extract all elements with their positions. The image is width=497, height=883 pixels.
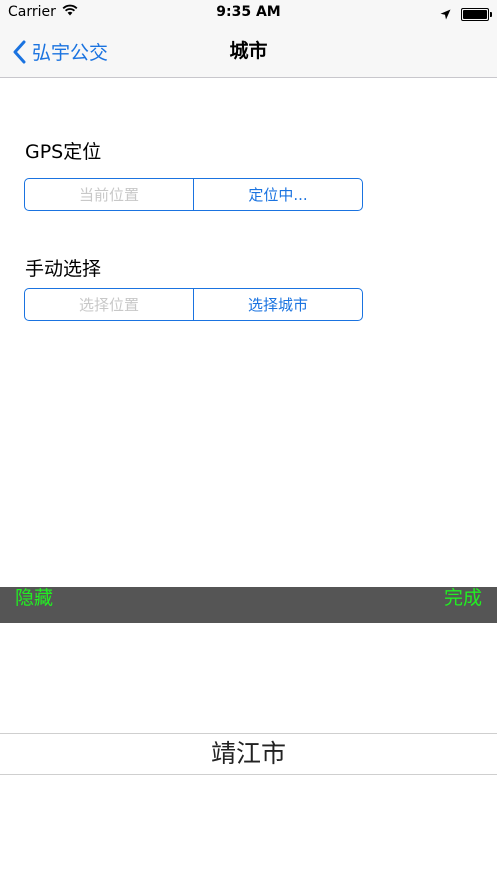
location-arrow-icon — [440, 5, 451, 24]
gps-segmented-control: 当前位置 定位中... — [24, 178, 363, 211]
back-button[interactable]: 弘宇公交 — [12, 26, 108, 77]
hide-button[interactable]: 隐藏 — [15, 587, 53, 609]
select-city-segment[interactable]: 选择城市 — [193, 289, 362, 320]
current-location-segment: 当前位置 — [78, 186, 139, 204]
back-button-label: 弘宇公交 — [32, 42, 109, 64]
select-location-segment: 选择位置 — [78, 296, 139, 314]
gps-section-title: GPS定位 — [25, 141, 102, 163]
battery-fill — [463, 10, 487, 19]
battery-tip — [490, 12, 492, 17]
battery-icon — [461, 8, 492, 21]
picker-selected-city[interactable]: 靖江市 — [0, 734, 497, 774]
locating-segment[interactable]: 定位中... — [193, 179, 362, 210]
navigation-bar: 城市 弘宇公交 — [0, 26, 497, 78]
status-time: 9:35 AM — [216, 4, 281, 20]
done-button[interactable]: 完成 — [444, 587, 482, 609]
status-bar: Carrier 9:35 AM — [0, 0, 497, 26]
picker-toolbar: 隐藏 完成 — [0, 587, 497, 623]
picker-selection-bottom-line — [0, 774, 497, 775]
manual-section-title: 手动选择 — [25, 258, 102, 280]
back-chevron-icon — [13, 40, 26, 63]
manual-segmented-control: 选择位置 选择城市 — [24, 288, 363, 321]
status-right — [440, 5, 492, 24]
